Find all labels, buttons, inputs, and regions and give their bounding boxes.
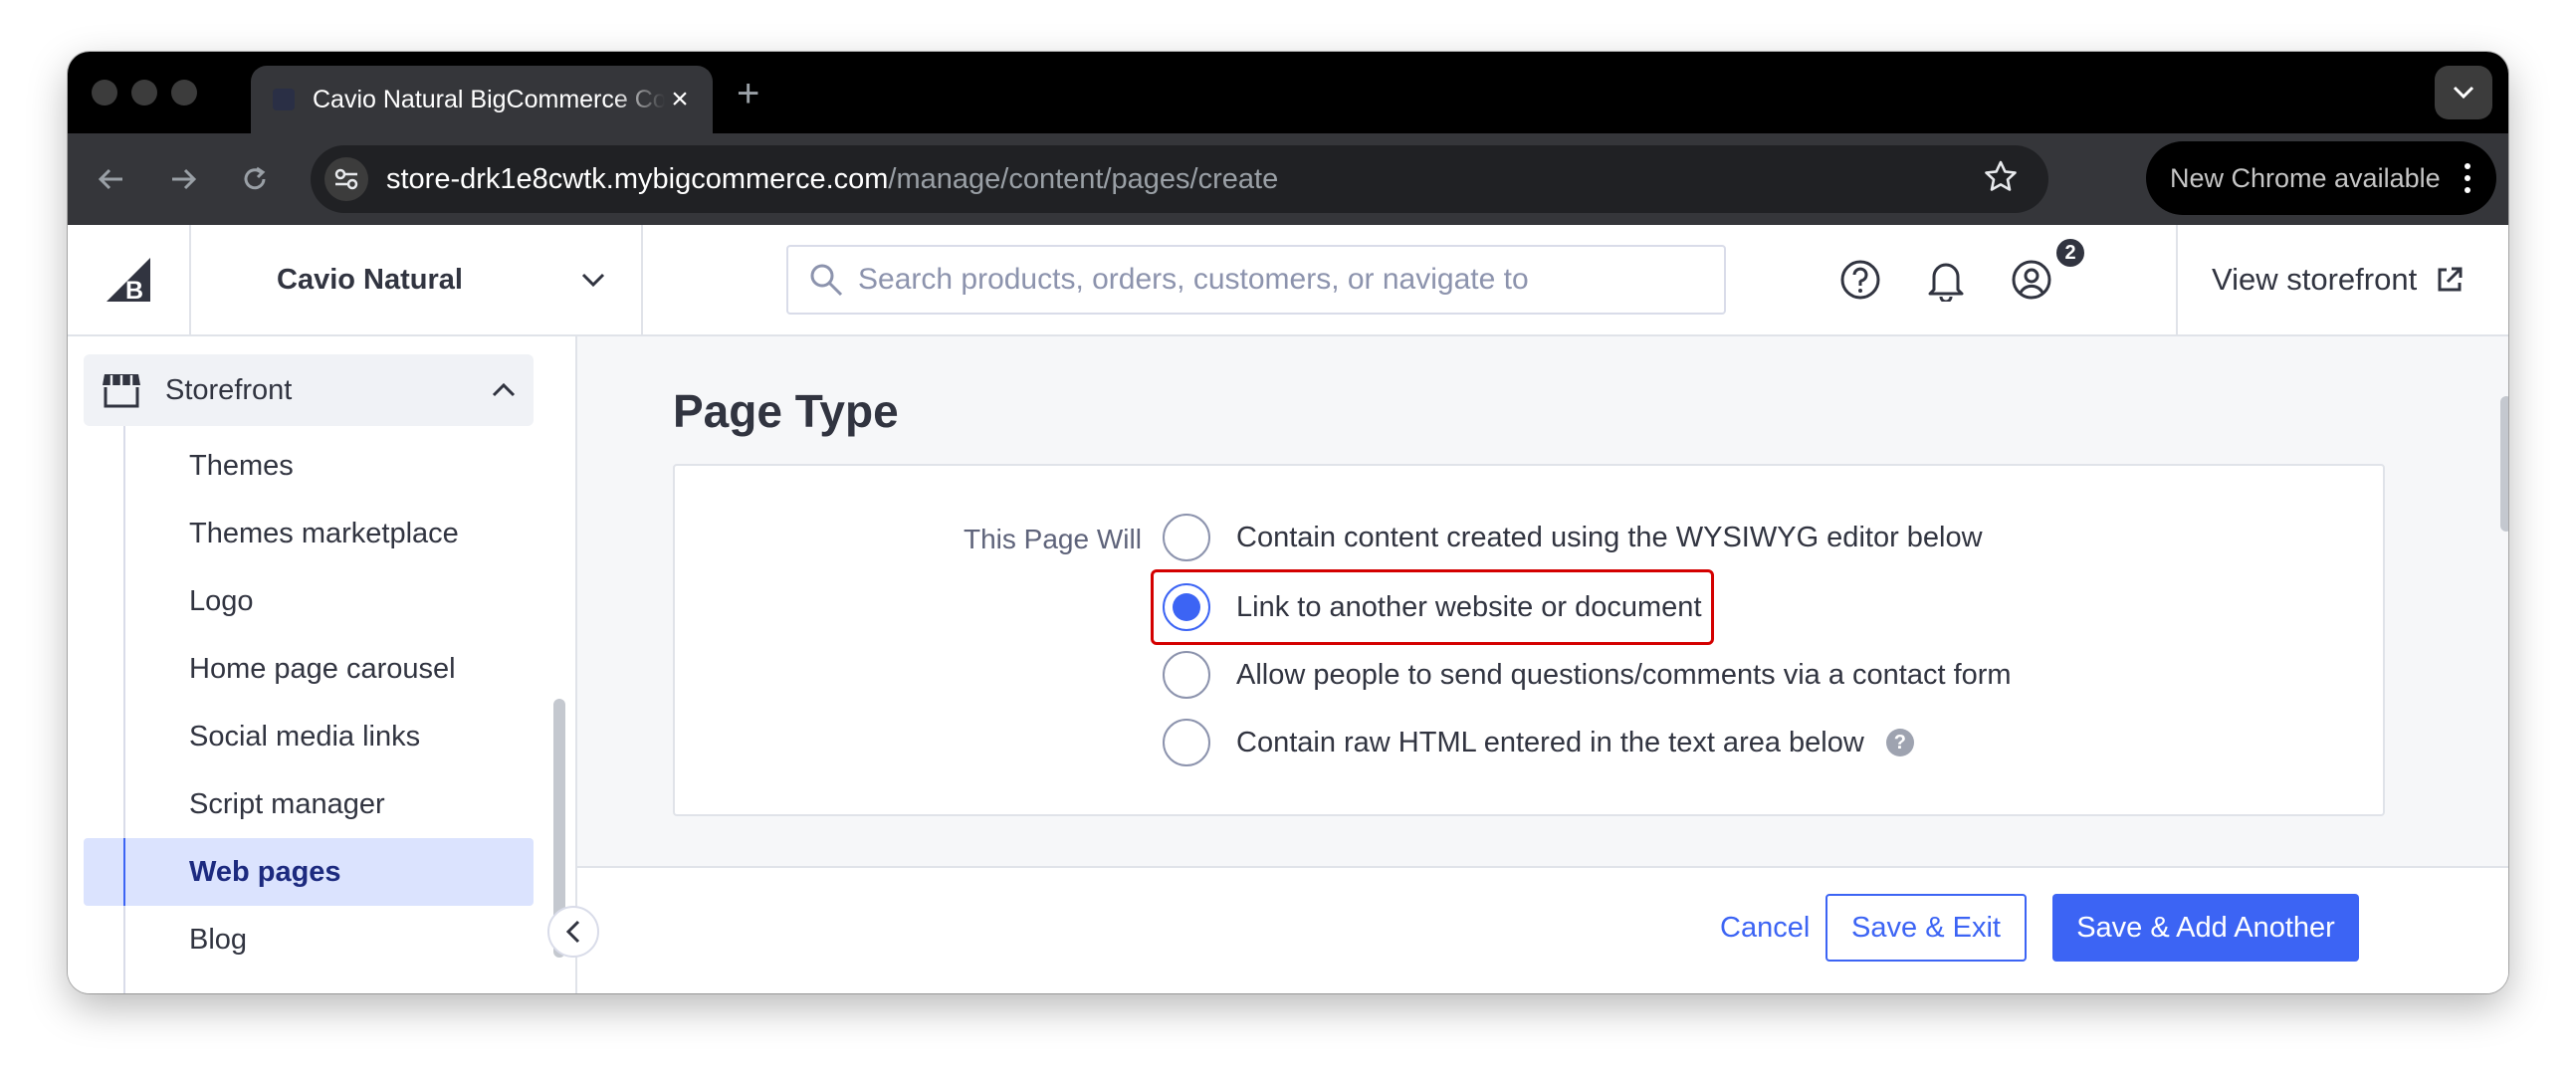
reload-button[interactable] [231, 155, 279, 203]
help-button[interactable] [1835, 255, 1885, 305]
page-title: Page Type [673, 385, 899, 437]
main-content: Page Type This Page Will Contain content… [575, 336, 2508, 993]
sidebar-item-themes[interactable]: Themes [84, 432, 534, 500]
kebab-menu-icon[interactable] [2465, 163, 2472, 193]
page-type-field-label: This Page Will [964, 524, 1142, 554]
sidebar-item-logo[interactable]: Logo [84, 567, 534, 635]
bigcommerce-app: B Cavio Natural 2 View storefront [68, 225, 2508, 993]
radio-button[interactable] [1163, 514, 1210, 561]
chrome-update-button[interactable]: New Chrome available [2146, 141, 2496, 215]
bigcommerce-logo[interactable]: B [68, 225, 191, 334]
radio-label: Allow people to send questions/comments … [1236, 658, 2012, 691]
tab-bigcommerce[interactable]: Cavio Natural BigCommerce Control Panel … [251, 66, 713, 133]
sidebar-section-label: Storefront [165, 373, 293, 406]
sidebar-section-storefront[interactable]: Storefront [84, 354, 534, 426]
radio-label: Contain raw HTML entered in the text are… [1236, 726, 1864, 758]
radio-option-link[interactable]: Link to another website or document [1163, 579, 1702, 635]
sidebar-item-social-media-links[interactable]: Social media links [84, 703, 534, 770]
view-storefront-label: View storefront [2212, 262, 2418, 297]
url-text: store-drk1e8cwtk.mybigcommerce.com/manag… [386, 163, 1278, 196]
app-header: B Cavio Natural 2 View storefront [68, 225, 2508, 336]
tab-title: Cavio Natural BigCommerce Control Panel [313, 85, 665, 113]
cancel-button[interactable]: Cancel [1720, 894, 1810, 962]
browser-window: Cavio Natural BigCommerce Control Panel … [68, 52, 2508, 993]
plus-icon[interactable]: + [737, 72, 759, 116]
radio-button-selected[interactable] [1163, 583, 1210, 631]
radio-button[interactable] [1163, 719, 1210, 766]
chrome-update-label: New Chrome available [2170, 162, 2441, 193]
search-input[interactable] [858, 263, 1694, 297]
chevron-up-icon [492, 382, 516, 397]
view-storefront-link[interactable]: View storefront [2176, 225, 2508, 334]
page-type-panel: This Page Will Contain content created u… [673, 464, 2385, 816]
star-icon [1985, 160, 2017, 191]
notifications-button[interactable] [1921, 255, 1971, 305]
browser-toolbar: store-drk1e8cwtk.mybigcommerce.com/manag… [68, 133, 2508, 225]
form-action-bar: Cancel Save & Exit Save & Add Another [577, 866, 2508, 993]
radio-option-contact-form[interactable]: Allow people to send questions/comments … [1163, 647, 2012, 703]
sidebar-item-script-manager[interactable]: Script manager [84, 770, 534, 838]
radio-option-raw-html[interactable]: Contain raw HTML entered in the text are… [1163, 715, 1914, 770]
close-icon[interactable]: × [665, 83, 695, 116]
close-window-button[interactable] [92, 80, 117, 106]
main-scrollbar[interactable] [2500, 396, 2508, 532]
external-link-icon [2438, 267, 2463, 292]
sidebar-item-home-page-carousel[interactable]: Home page carousel [84, 635, 534, 703]
sidebar-item-web-pages[interactable]: Web pages [84, 838, 534, 906]
radio-label: Contain content created using the WYSIWY… [1236, 521, 1983, 553]
maximize-window-button[interactable] [171, 80, 197, 106]
forward-arrow-icon [172, 168, 197, 190]
site-info-button[interactable] [324, 157, 368, 201]
chevron-left-icon [565, 920, 580, 944]
account-button[interactable] [2007, 255, 2056, 305]
collapse-sidebar-button[interactable] [547, 906, 599, 958]
forward-button[interactable] [159, 155, 207, 203]
help-circle-icon [1840, 260, 1880, 300]
tab-strip: Cavio Natural BigCommerce Control Panel … [68, 52, 2508, 133]
reload-icon [244, 166, 266, 190]
address-bar[interactable]: store-drk1e8cwtk.mybigcommerce.com/manag… [311, 145, 2048, 213]
bigcommerce-logo-icon: B [107, 258, 150, 304]
back-button[interactable] [88, 155, 135, 203]
radio-option-wysiwyg[interactable]: Contain content created using the WYSIWY… [1163, 510, 1983, 565]
minimize-window-button[interactable] [131, 80, 157, 106]
storefront-icon [103, 374, 140, 408]
back-arrow-icon [98, 168, 122, 190]
help-tooltip-icon[interactable]: ? [1885, 729, 1914, 756]
search-icon [810, 264, 843, 297]
url-host: store-drk1e8cwtk.mybigcommerce.com [386, 162, 889, 195]
radio-button[interactable] [1163, 651, 1210, 699]
chevron-down-icon [581, 273, 605, 288]
store-switcher[interactable]: Cavio Natural [191, 225, 643, 334]
user-circle-icon [2012, 260, 2051, 300]
save-exit-button[interactable]: Save & Exit [1825, 894, 2027, 962]
bell-icon [1928, 263, 1964, 302]
sidebar-item-blog[interactable]: Blog [84, 906, 534, 973]
global-search[interactable] [786, 245, 1726, 315]
store-name: Cavio Natural [277, 263, 463, 296]
sidebar-item-themes-marketplace[interactable]: Themes marketplace [84, 500, 534, 567]
notification-count-badge: 2 [2054, 237, 2086, 269]
favicon-icon [273, 89, 295, 110]
url-path: /manage/content/pages/create [888, 162, 1279, 195]
radio-label: Link to another website or document [1236, 590, 1702, 623]
save-add-another-button[interactable]: Save & Add Another [2052, 894, 2359, 962]
svg-text:B: B [125, 277, 143, 304]
sidebar: Storefront Themes Themes marketplace Log… [68, 336, 575, 993]
tune-icon [334, 168, 358, 190]
chevron-down-icon [2453, 86, 2474, 100]
tab-search-button[interactable] [2435, 66, 2492, 119]
bookmark-button[interactable] [1981, 157, 2021, 202]
